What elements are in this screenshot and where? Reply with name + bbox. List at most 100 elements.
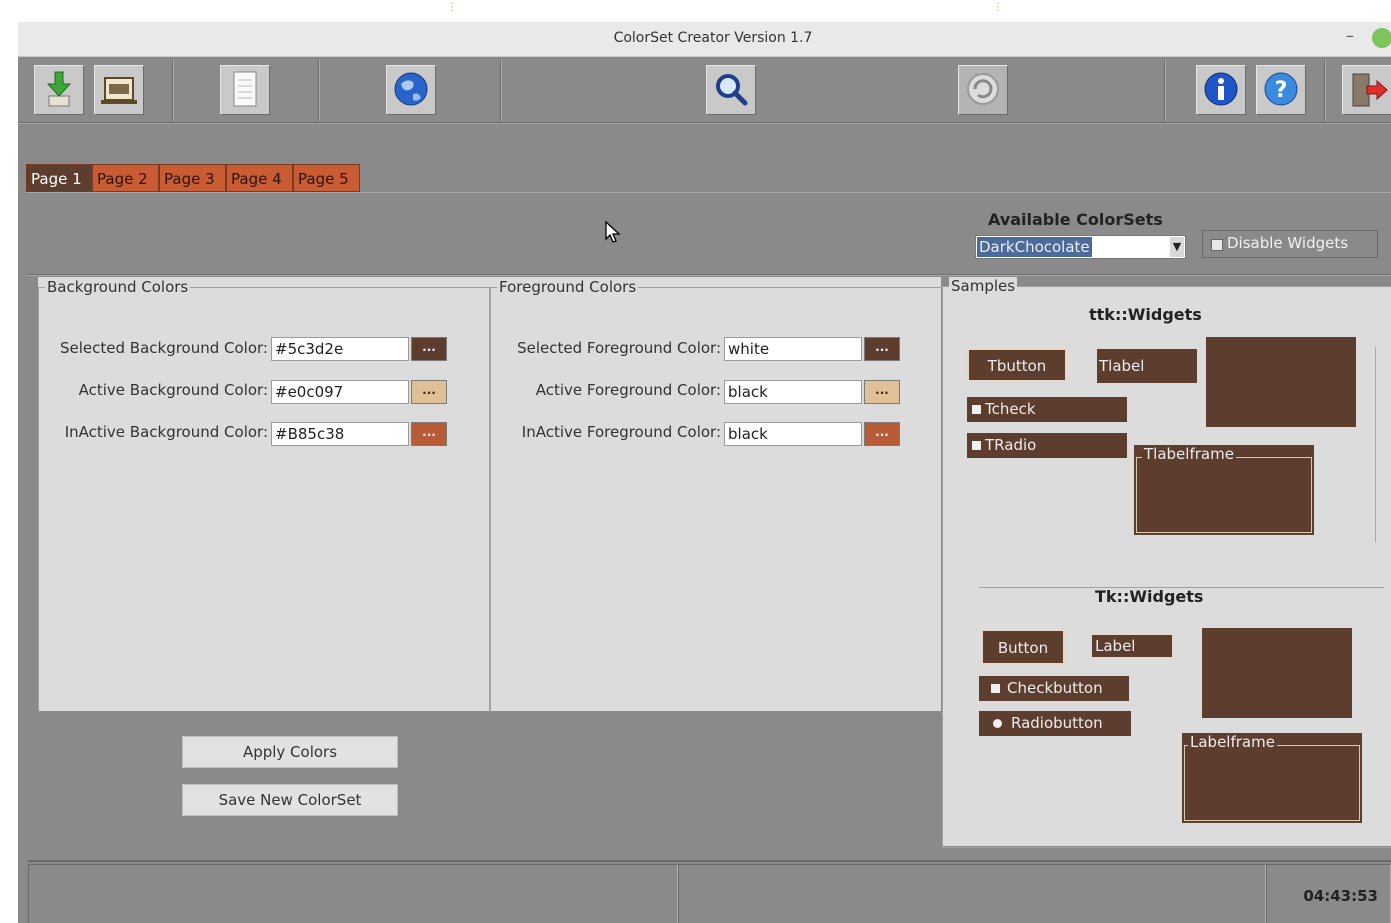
colors-panel: Background Colors Selected Background Co… bbox=[38, 277, 943, 713]
sample-radiobutton-label: Radiobutton bbox=[1011, 714, 1103, 732]
save-colorset-button[interactable]: Save New ColorSet bbox=[182, 784, 398, 816]
sample-tradio-label: TRadio bbox=[985, 436, 1037, 454]
active-fg-label: Active Foreground Color: bbox=[535, 381, 721, 399]
download-icon bbox=[46, 71, 72, 107]
maximize-button[interactable] bbox=[1372, 28, 1391, 48]
selected-bg-picker-button[interactable]: ... bbox=[411, 337, 447, 361]
document-icon bbox=[233, 71, 257, 107]
download-button[interactable] bbox=[34, 65, 84, 115]
labelframe-border bbox=[1184, 745, 1360, 821]
active-fg-field[interactable] bbox=[724, 380, 862, 404]
tab-underline bbox=[26, 192, 1391, 193]
samples-legend: Samples bbox=[949, 277, 1018, 295]
background-colors-group: Background Colors Selected Background Co… bbox=[38, 278, 490, 713]
new-document-button[interactable] bbox=[220, 65, 270, 115]
tab-page-1[interactable]: Page 1 bbox=[26, 164, 92, 192]
ttk-scroll-line bbox=[1375, 347, 1376, 542]
tlabelframe-label: Tlabelframe bbox=[1142, 445, 1236, 463]
tab-page-3[interactable]: Page 3 bbox=[159, 164, 226, 192]
toolbar-separator bbox=[1164, 59, 1166, 121]
chevron-down-icon[interactable]: ▼ bbox=[1170, 237, 1184, 257]
inactive-bg-label: InActive Background Color: bbox=[64, 423, 268, 441]
open-button[interactable] bbox=[94, 65, 144, 115]
inactive-fg-field[interactable] bbox=[724, 422, 862, 446]
foreground-colors-group: Foreground Colors Selected Foreground Co… bbox=[490, 278, 943, 713]
selected-fg-picker-button[interactable]: ... bbox=[864, 337, 900, 361]
active-fg-picker-button[interactable]: ... bbox=[864, 380, 900, 404]
active-bg-label: Active Background Color: bbox=[78, 381, 268, 399]
checkbox-square-icon bbox=[972, 405, 981, 414]
toolbar-separator bbox=[500, 59, 502, 121]
web-button[interactable] bbox=[386, 65, 436, 115]
tab-page-4[interactable]: Page 4 bbox=[226, 164, 293, 192]
status-bar: 04:43:53 bbox=[28, 860, 1391, 923]
inactive-bg-field[interactable] bbox=[271, 422, 409, 446]
help-icon: ? bbox=[1264, 72, 1298, 106]
help-button[interactable]: ? bbox=[1256, 65, 1306, 115]
sample-checkbutton[interactable]: Checkbutton bbox=[979, 676, 1129, 701]
selected-bg-field[interactable] bbox=[271, 337, 409, 361]
window-title: ColorSet Creator Version 1.7 bbox=[613, 30, 813, 46]
status-clock: 04:43:53 bbox=[1303, 887, 1378, 905]
checkbox-square[interactable] bbox=[1211, 239, 1223, 251]
status-cell-clock: 04:43:53 bbox=[1266, 864, 1391, 923]
tk-widgets-title: Tk::Widgets bbox=[1095, 587, 1204, 606]
sample-labelframe: Labelframe bbox=[1182, 733, 1362, 823]
ttk-widgets-title: ttk::Widgets bbox=[1089, 305, 1202, 324]
active-bg-field[interactable] bbox=[271, 380, 409, 404]
sample-tbutton[interactable]: Tbutton bbox=[967, 348, 1067, 382]
sample-tcheck[interactable]: Tcheck bbox=[967, 397, 1127, 422]
toolbar-separator bbox=[172, 59, 174, 121]
exit-button[interactable] bbox=[1342, 65, 1391, 115]
samples-group: Samples ttk::Widgets Tbutton Tlabel Tche… bbox=[942, 277, 1391, 848]
sample-checkbutton-label: Checkbutton bbox=[1007, 679, 1103, 697]
header-separator bbox=[26, 274, 1391, 276]
refresh-icon bbox=[967, 73, 999, 105]
search-icon bbox=[716, 74, 748, 106]
selected-bg-label: Selected Background Color: bbox=[59, 339, 268, 357]
top-marker: ⋮ bbox=[447, 2, 457, 13]
sample-radiobutton[interactable]: Radiobutton bbox=[979, 711, 1131, 736]
toolbar-separator bbox=[318, 59, 320, 121]
globe-icon bbox=[394, 72, 428, 106]
sample-tk-box bbox=[1202, 628, 1352, 718]
sample-label: Label bbox=[1091, 634, 1173, 658]
background-colors-legend: Background Colors bbox=[45, 278, 191, 296]
sample-button[interactable]: Button bbox=[981, 629, 1065, 665]
inactive-fg-label: InActive Foreground Color: bbox=[521, 423, 721, 441]
tab-page-5[interactable]: Page 5 bbox=[293, 164, 360, 192]
selected-fg-label: Selected Foreground Color: bbox=[517, 339, 721, 357]
refresh-button[interactable] bbox=[958, 65, 1008, 115]
active-bg-picker-button[interactable]: ... bbox=[411, 380, 447, 404]
minimize-button[interactable]: – bbox=[1340, 26, 1360, 50]
radio-dot-icon bbox=[993, 719, 1002, 728]
samples-panel: Samples ttk::Widgets Tbutton Tlabel Tche… bbox=[942, 277, 1391, 848]
info-button[interactable] bbox=[1196, 65, 1246, 115]
sample-tradio[interactable]: TRadio bbox=[967, 433, 1127, 458]
inactive-bg-picker-button[interactable]: ... bbox=[411, 422, 447, 446]
svg-text:?: ? bbox=[1275, 78, 1288, 103]
tab-page-2[interactable]: Page 2 bbox=[92, 164, 159, 192]
top-marker: ⋮ bbox=[993, 2, 1003, 13]
toolbar-separator bbox=[1324, 59, 1326, 121]
radio-indicator-icon bbox=[972, 441, 981, 450]
sample-tlabelframe: Tlabelframe bbox=[1134, 445, 1314, 535]
selected-fg-field[interactable] bbox=[724, 337, 862, 361]
apply-colors-button[interactable]: Apply Colors bbox=[182, 736, 398, 768]
toolbar: ? bbox=[18, 57, 1391, 123]
checkbox-square-icon bbox=[991, 684, 1000, 693]
inactive-fg-picker-button[interactable]: ... bbox=[864, 422, 900, 446]
foreground-colors-legend: Foreground Colors bbox=[497, 278, 639, 296]
toolbar-divider bbox=[18, 122, 1391, 124]
folder-icon bbox=[101, 77, 137, 104]
disable-widgets-checkbox[interactable]: Disable Widgets bbox=[1202, 230, 1378, 258]
status-cell-left bbox=[28, 864, 678, 923]
labelframe-label: Labelframe bbox=[1188, 733, 1277, 751]
search-button[interactable] bbox=[706, 65, 756, 115]
actions-area: Apply Colors Save New ColorSet bbox=[26, 712, 941, 852]
available-colorsets-label: Available ColorSets bbox=[988, 210, 1163, 229]
mouse-cursor-icon bbox=[605, 220, 621, 243]
colorset-combobox[interactable]: DarkChocolate ▼ bbox=[975, 235, 1186, 259]
status-cell-middle bbox=[678, 864, 1266, 923]
colorset-selected-value: DarkChocolate bbox=[977, 237, 1092, 257]
